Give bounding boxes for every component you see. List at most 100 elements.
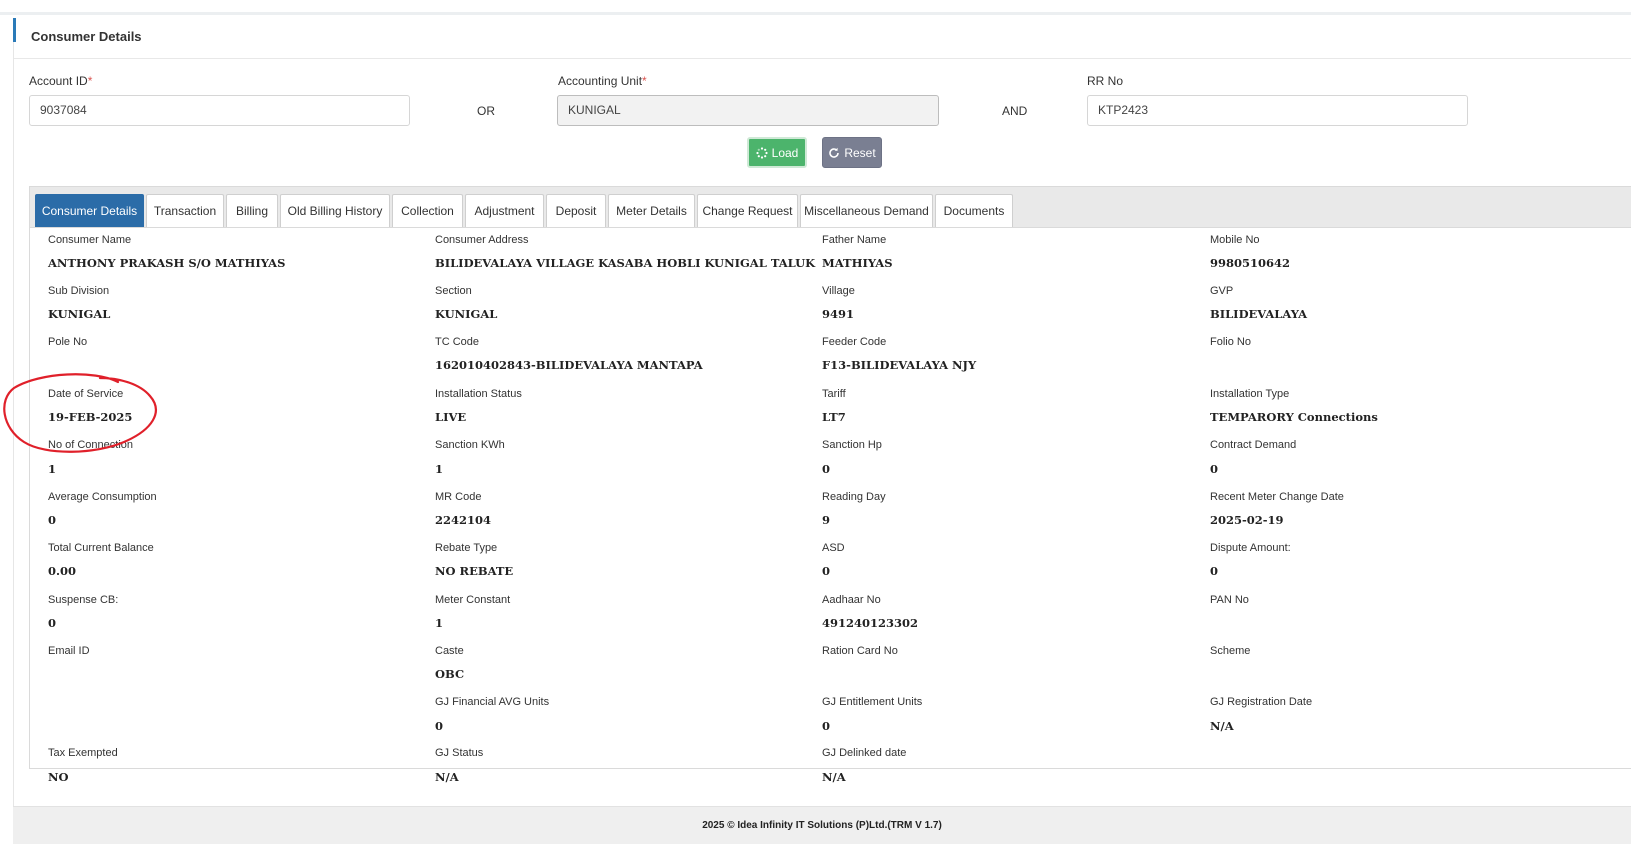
section-label: Section: [435, 285, 472, 297]
installation-type-value: TEMPARORY Connections: [1210, 410, 1378, 424]
scheme-label: Scheme: [1210, 645, 1251, 657]
contract-demand-label: Contract Demand: [1210, 439, 1297, 451]
tariff-value: LT7: [822, 410, 846, 424]
mr-code-value: 2242104: [435, 513, 492, 527]
suspense-cb-value: 0: [48, 616, 57, 630]
account-id-label: Account ID*: [29, 74, 93, 88]
tab-billing[interactable]: Billing: [226, 194, 278, 227]
sub-division-value: KUNIGAL: [48, 307, 111, 321]
rebate-type-value: NO REBATE: [435, 564, 514, 578]
asd-label: ASD: [822, 542, 845, 554]
no-of-connection-label: No of Connection: [48, 439, 133, 451]
gvp-label: GVP: [1210, 285, 1234, 297]
asd-value: 0: [822, 564, 831, 578]
recent-meter-change-date-label: Recent Meter Change Date: [1210, 491, 1344, 503]
gj-entitlement-units-label: GJ Entitlement Units: [822, 696, 923, 708]
gj-delinked-date-label: GJ Delinked date: [822, 747, 907, 759]
reading-day-label: Reading Day: [822, 491, 886, 503]
father-name-value: MATHIYAS: [822, 256, 893, 270]
sanction-hp-label: Sanction Hp: [822, 439, 882, 451]
installation-type-label: Installation Type: [1210, 388, 1290, 400]
account-id-input[interactable]: 9037084: [29, 95, 410, 126]
gj-financial-avg-units-label: GJ Financial AVG Units: [435, 696, 550, 708]
consumer-address-label: Consumer Address: [435, 234, 529, 246]
meter-constant-label: Meter Constant: [435, 594, 511, 606]
tab-bar: Consumer Details Transaction Billing Old…: [30, 187, 1631, 228]
accounting-unit-select[interactable]: KUNIGAL: [557, 95, 939, 126]
caste-value: OBC: [435, 667, 465, 681]
section-value: KUNIGAL: [435, 307, 498, 321]
father-name-label: Father Name: [822, 234, 887, 246]
tab-meter-details[interactable]: Meter Details: [608, 194, 695, 227]
panel-accent-bar: [13, 18, 16, 42]
reset-button-label: Reset: [844, 145, 876, 160]
consumer-address-value: BILIDEVALAYA VILLAGE KASABA HOBLI KUNIGA…: [435, 256, 816, 270]
ration-card-no-label: Ration Card No: [822, 645, 898, 657]
installation-status-label: Installation Status: [435, 388, 522, 400]
mobile-no-label: Mobile No: [1210, 234, 1260, 246]
accounting-unit-label: Accounting Unit*: [558, 74, 647, 88]
tab-miscellaneous-demand[interactable]: Miscellaneous Demand: [800, 194, 933, 227]
load-button-label: Load: [771, 145, 799, 160]
tab-collection[interactable]: Collection: [392, 194, 463, 227]
rebate-type-label: Rebate Type: [435, 542, 498, 554]
mobile-no-value: 9980510642: [1210, 256, 1291, 270]
tab-consumer-details[interactable]: Consumer Details: [35, 194, 144, 227]
gj-registration-date-label: GJ Registration Date: [1210, 696, 1313, 708]
village-label: Village: [822, 285, 855, 297]
rr-no-input[interactable]: KTP2423: [1087, 95, 1468, 126]
date-of-service-value: 19-FEB-2025: [48, 410, 133, 424]
average-consumption-label: Average Consumption: [48, 491, 157, 503]
gvp-value: BILIDEVALAYA: [1210, 307, 1308, 321]
tc-code-label: TC Code: [435, 336, 480, 348]
and-label: AND: [1002, 104, 1028, 118]
consumer-name-value: ANTHONY PRAKASH S/O MATHIYAS: [48, 256, 286, 270]
meter-constant-value: 1: [435, 616, 444, 630]
mr-code-label: MR Code: [435, 491, 482, 503]
aadhaar-no-label: Aadhaar No: [822, 594, 881, 606]
pan-no-label: PAN No: [1210, 594, 1249, 606]
tab-change-request[interactable]: Change Request: [697, 194, 798, 227]
tab-transaction[interactable]: Transaction: [146, 194, 224, 227]
tab-documents[interactable]: Documents: [935, 194, 1013, 227]
required-marker: *: [87, 74, 93, 88]
email-id-label: Email ID: [48, 645, 90, 657]
consumer-name-label: Consumer Name: [48, 234, 132, 246]
tab-old-billing-history[interactable]: Old Billing History: [280, 194, 390, 227]
total-current-balance-label: Total Current Balance: [48, 542, 154, 554]
gj-entitlement-units-value: 0: [822, 719, 831, 733]
sanction-hp-value: 0: [822, 462, 831, 476]
top-strip: [0, 0, 1631, 15]
tariff-label: Tariff: [822, 388, 846, 400]
tab-adjustment[interactable]: Adjustment: [465, 194, 544, 227]
spinner-icon: [756, 146, 768, 159]
reset-button[interactable]: Reset: [822, 137, 882, 168]
tab-deposit[interactable]: Deposit: [546, 194, 606, 227]
refresh-icon: [829, 147, 840, 158]
suspense-cb-label: Suspense CB:: [48, 594, 119, 606]
details-tabs-container: Consumer Details Transaction Billing Old…: [29, 186, 1631, 769]
rr-no-label: RR No: [1087, 74, 1124, 88]
reading-day-value: 9: [822, 513, 831, 527]
caste-label: Caste: [435, 645, 464, 657]
pole-no-label: Pole No: [48, 336, 88, 348]
tc-code-value: 162010402843-BILIDEVALAYA MANTAPA: [435, 358, 703, 372]
tax-exempted-value: NO: [48, 770, 69, 784]
folio-no-label: Folio No: [1210, 336, 1251, 348]
date-of-service-label: Date of Service: [48, 388, 124, 400]
gj-status-value: N/A: [435, 770, 459, 784]
gj-financial-avg-units-value: 0: [435, 719, 444, 733]
village-value: 9491: [822, 307, 855, 321]
gj-status-label: GJ Status: [435, 747, 484, 759]
tax-exempted-label: Tax Exempted: [48, 747, 118, 759]
installation-status-value: LIVE: [435, 410, 467, 424]
load-button[interactable]: Load: [747, 137, 807, 168]
sub-division-label: Sub Division: [48, 285, 110, 297]
sanction-kwh-label: Sanction KWh: [435, 439, 505, 451]
contract-demand-value: 0: [1210, 462, 1219, 476]
or-label: OR: [477, 104, 495, 118]
dispute-amount-value: 0: [1210, 564, 1219, 578]
dispute-amount-label: Dispute Amount:: [1210, 542, 1291, 554]
recent-meter-change-date-value: 2025-02-19: [1210, 513, 1284, 527]
panel-header: Consumer Details: [13, 18, 1631, 59]
